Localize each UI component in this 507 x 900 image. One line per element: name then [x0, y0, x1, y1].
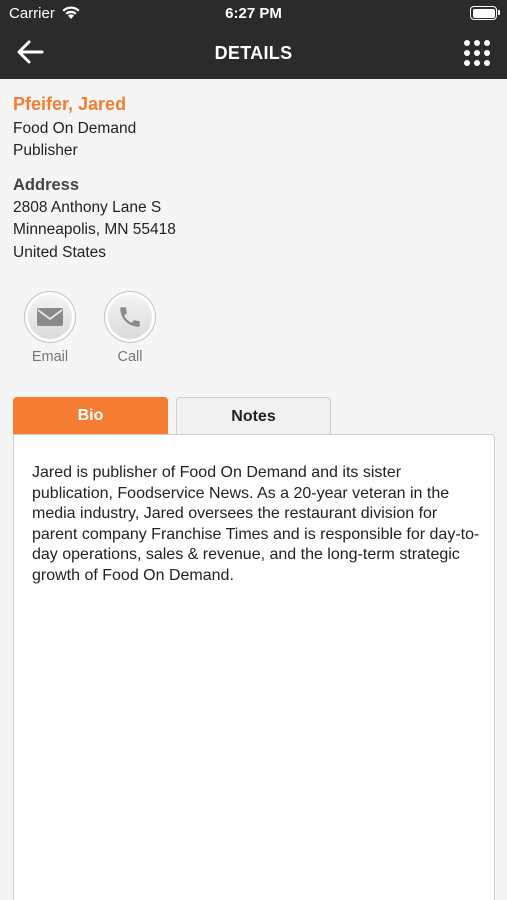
clock: 6:27 PM — [225, 5, 282, 22]
grid-menu-icon[interactable] — [464, 40, 490, 66]
email-circle[interactable] — [24, 291, 76, 343]
tab-bio[interactable]: Bio — [13, 397, 168, 435]
tab-content-panel: Jared is publisher of Food On Demand and… — [13, 434, 495, 900]
envelope-icon — [37, 308, 63, 326]
page-title: DETAILS — [214, 43, 293, 63]
email-label: Email — [31, 349, 69, 365]
address-line-3: United States — [13, 244, 107, 261]
phone-icon — [120, 307, 140, 327]
call-circle[interactable] — [104, 291, 156, 343]
contact-company: Food On Demand — [13, 120, 137, 137]
battery-icon — [470, 6, 500, 20]
address-line-1: 2808 Anthony Lane S — [13, 199, 162, 216]
call-button[interactable]: Call — [100, 291, 160, 365]
navigation-bar: Carrier 6:27 PM DETAILS — [0, 0, 507, 79]
tab-notes[interactable]: Notes — [176, 397, 331, 435]
call-label: Call — [117, 349, 143, 365]
address-line-2: Minneapolis, MN 55418 — [13, 221, 176, 238]
email-button[interactable]: Email — [20, 291, 80, 365]
contact-name: Pfeifer, Jared — [13, 94, 127, 114]
status-bar: Carrier 6:27 PM — [0, 0, 507, 28]
address-heading: Address — [13, 176, 80, 194]
contact-title: Publisher — [13, 142, 78, 159]
bio-text: Jared is publisher of Food On Demand and… — [32, 464, 480, 584]
